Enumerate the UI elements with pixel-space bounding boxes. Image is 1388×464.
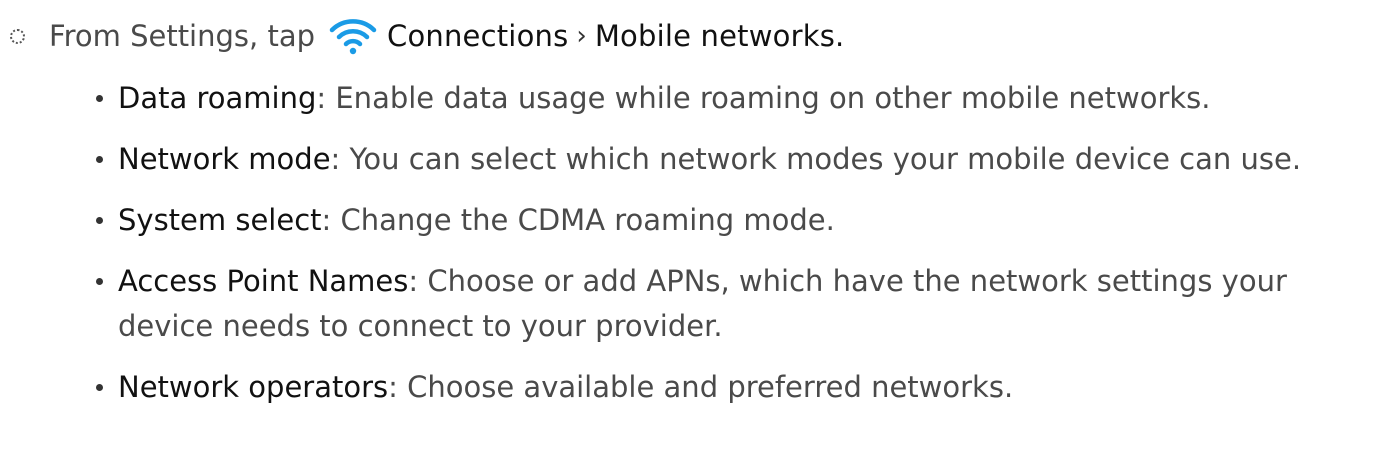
bullet-icon <box>96 278 103 285</box>
mobile-networks-term: Mobile networks <box>594 19 836 53</box>
settings-options-list: Data roaming: Enable data usage while ro… <box>96 76 1380 426</box>
list-item: Data roaming: Enable data usage while ro… <box>96 76 1380 121</box>
path-separator: › <box>576 21 587 51</box>
option-term: System select <box>118 203 322 237</box>
step-suffix: . <box>835 19 845 53</box>
step-instruction: From Settings, tap Connections › Mobile … <box>0 11 844 61</box>
list-item: Network mode: You can select which netwo… <box>96 137 1380 182</box>
option-term: Data roaming <box>118 81 317 115</box>
connections-term: Connections <box>387 19 569 53</box>
wifi-icon <box>329 16 377 56</box>
bullet-icon <box>96 156 103 163</box>
list-item: System select: Change the CDMA roaming m… <box>96 198 1380 243</box>
bullet-icon <box>96 95 103 102</box>
step-prefix: From Settings, tap <box>49 19 315 53</box>
option-term: Access Point Names <box>118 264 409 298</box>
list-item: Network operators: Choose available and … <box>96 365 1380 410</box>
option-description: Choose available and preferred networks. <box>407 370 1014 404</box>
option-term: Network mode <box>118 142 331 176</box>
list-item: Access Point Names: Choose or add APNs, … <box>96 259 1380 349</box>
option-description: Change the CDMA roaming mode. <box>340 203 835 237</box>
option-description: Enable data usage while roaming on other… <box>335 81 1211 115</box>
option-term: Network operators <box>118 370 389 404</box>
bullet-icon <box>96 384 103 391</box>
bullet-icon <box>96 217 103 224</box>
option-description: You can select which network modes your … <box>349 142 1302 176</box>
step-marker-icon <box>10 28 25 44</box>
